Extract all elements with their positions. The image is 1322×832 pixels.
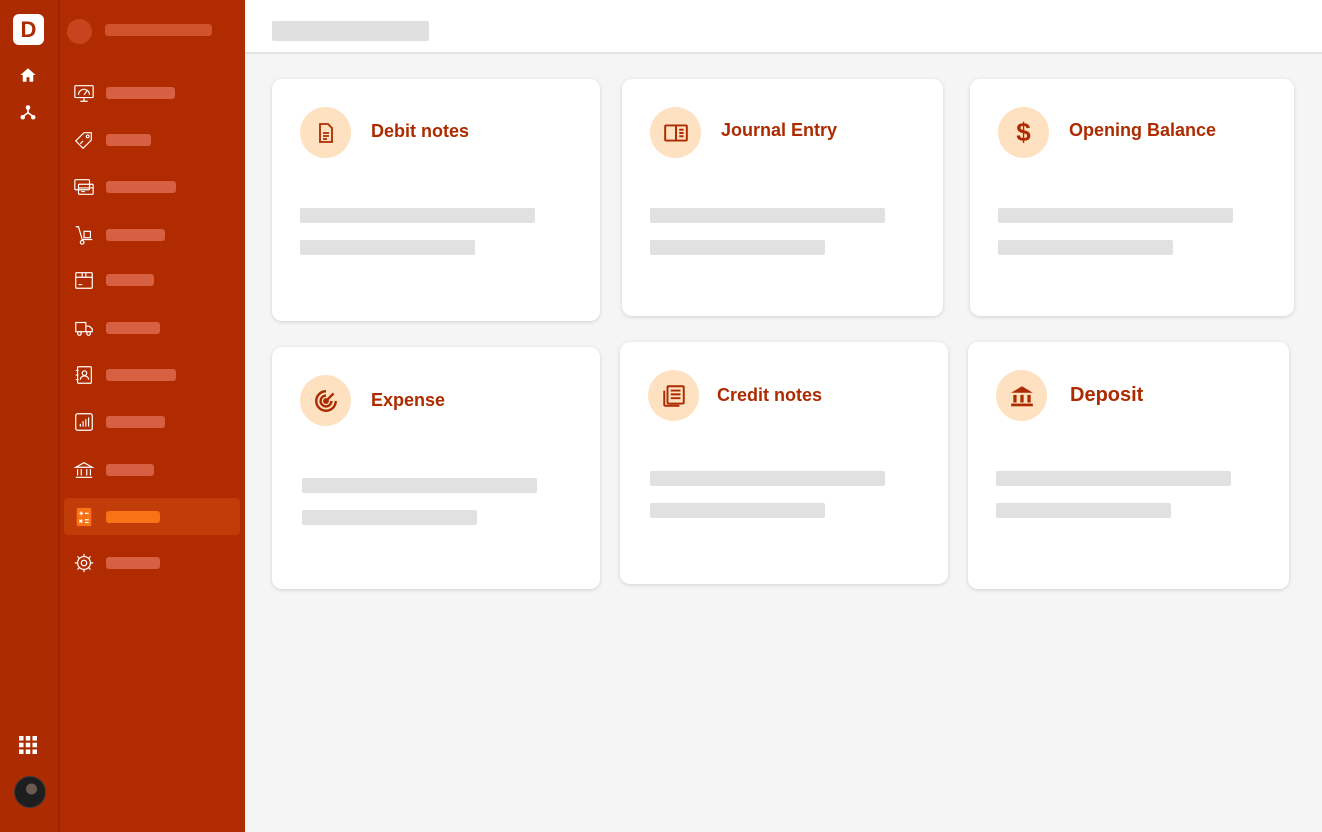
nav-label-placeholder [106,415,165,428]
sidebar-item-settings[interactable] [64,544,240,581]
sidebar-item-banking[interactable] [64,451,240,488]
bank-icon [996,370,1047,421]
card-title: Deposit [1070,384,1144,406]
deposit-card[interactable]: Deposit [968,342,1289,589]
calculator-icon [72,505,96,529]
tag-icon [72,128,96,152]
expense-card[interactable]: Expense [272,347,600,589]
org-name-placeholder[interactable] [105,24,212,36]
journal-entry-card[interactable]: Journal Entry [622,79,943,316]
nav-label-placeholder [106,321,160,334]
hand-truck-icon [72,223,96,247]
sidebar-item-cards[interactable] [64,168,240,205]
dollar-icon: $ [998,107,1049,158]
bank-icon [72,458,96,482]
nav-label-placeholder [106,368,176,381]
nav-label-placeholder [106,273,154,286]
nav-label-placeholder [106,86,175,99]
home-icon[interactable] [18,65,38,85]
nav-label-placeholder [106,556,160,569]
apps-grid-icon[interactable] [18,735,38,755]
settings-gear-icon [72,551,96,575]
description-placeholder [998,208,1233,223]
report-chart-icon [72,410,96,434]
sidebar [60,0,245,832]
description-placeholder [998,240,1173,255]
target-icon [300,375,351,426]
sidebar-item-shipping[interactable] [64,309,240,346]
description-placeholder [302,478,537,493]
dashboard-monitor-icon [72,81,96,105]
app-rail: D [0,0,60,832]
user-avatar[interactable] [14,776,46,808]
box-icon [72,268,96,292]
description-placeholder [300,240,475,255]
nav-label-placeholder [106,510,160,523]
description-placeholder [650,240,825,255]
credit-notes-card[interactable]: Credit notes [620,342,948,584]
description-placeholder [650,208,885,223]
sidebar-item-accounting[interactable] [64,498,240,535]
description-placeholder [300,208,535,223]
card-title: Opening Balance [1069,120,1217,140]
open-book-icon [650,107,701,158]
debit-notes-card[interactable]: Debit notes [272,79,600,321]
app-logo[interactable]: D [13,14,44,45]
sidebar-item-inventory[interactable] [64,216,240,253]
description-placeholder [650,503,825,518]
sidebar-item-tags[interactable] [64,121,240,158]
delivery-truck-icon [72,316,96,340]
sidebar-item-contacts[interactable] [64,356,240,393]
description-placeholder [650,471,885,486]
nav-label-placeholder [106,180,176,193]
page-title-placeholder [272,21,429,41]
org-avatar[interactable] [67,19,92,44]
card-title: Credit notes [717,385,823,405]
sidebar-item-dashboard[interactable] [64,74,240,111]
page-header [245,0,1322,54]
card-title: Debit notes [371,121,470,141]
sidebar-item-products[interactable] [64,261,240,298]
opening-balance-card[interactable]: $ Opening Balance [970,79,1294,316]
description-placeholder [996,471,1231,486]
description-placeholder [302,510,477,525]
nav-label-placeholder [106,228,165,241]
hierarchy-icon[interactable] [18,102,38,122]
card-title: Expense [371,390,446,410]
contacts-book-icon [72,363,96,387]
newspaper-icon [648,370,699,421]
description-placeholder [996,503,1171,518]
document-icon [300,107,351,158]
nav-label-placeholder [106,133,151,146]
nav-label-placeholder [106,463,154,476]
cards-icon [72,175,96,199]
sidebar-item-reports[interactable] [64,403,240,440]
card-title: Journal Entry [721,120,838,140]
